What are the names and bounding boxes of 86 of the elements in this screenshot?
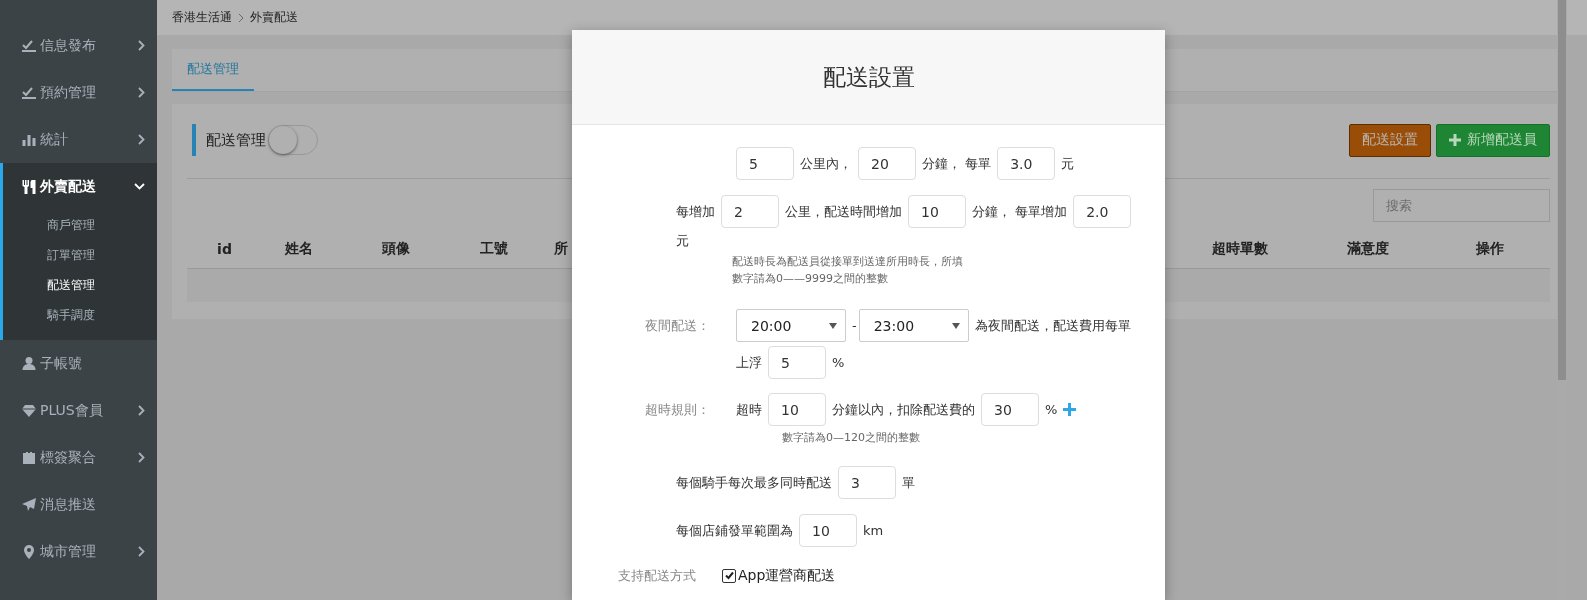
breadcrumb-link[interactable]: 外賣配送 <box>250 9 298 26</box>
chevron-down-icon <box>134 183 145 190</box>
column-header: 滿意度 <box>1345 240 1390 258</box>
field-label: 支持配送方式 <box>617 567 696 585</box>
chevron-right-icon <box>138 134 145 145</box>
field-text: 元 <box>676 232 689 250</box>
dialog-title: 配送設置 <box>822 62 915 92</box>
plus-icon <box>1449 134 1461 146</box>
sidebar-item[interactable]: 外賣配送 <box>3 163 157 210</box>
number-field[interactable]: 2.0 <box>1073 195 1132 228</box>
column-header: 操作 <box>1475 240 1505 258</box>
field-text: 為夜間配送，配送費用每單 <box>974 316 1131 335</box>
hint-text: 數字請為0——9999之間的整數 <box>732 271 889 287</box>
column-header: 姓名 <box>284 240 314 258</box>
chevron-right-icon <box>138 405 145 416</box>
chevron-right-icon <box>138 452 145 463</box>
number-field[interactable]: 10 <box>908 195 966 228</box>
field-text: 每個騎手每次最多同時配送 <box>676 473 832 492</box>
column-header: 超時單數 <box>1211 240 1269 258</box>
sidebar-subitem[interactable]: 商戶管理 <box>3 210 157 240</box>
caret-icon <box>951 322 960 329</box>
field-text: % <box>1045 402 1058 417</box>
hint-text: 數字請為0—120之間的整數 <box>782 430 921 446</box>
title-accent-bar <box>192 124 196 156</box>
send-icon <box>22 498 36 511</box>
number-field[interactable]: 3 <box>838 466 896 499</box>
check-icon <box>22 39 36 52</box>
number-field[interactable]: 5 <box>768 346 826 379</box>
utensils-icon <box>22 179 36 194</box>
search-field[interactable]: 搜索 <box>1373 189 1550 222</box>
column-header: 所 <box>553 240 569 258</box>
field-text: 分鐘以內，扣除配送費的 <box>832 400 975 419</box>
caret-icon <box>829 322 837 329</box>
sidebar-item[interactable]: 預約管理 <box>0 69 157 116</box>
check-icon <box>22 86 36 99</box>
sidebar-item[interactable]: 消息推送 <box>0 481 157 528</box>
sidebar-subitem[interactable]: 訂單管理 <box>3 240 157 270</box>
field-text: 每增加 <box>676 202 715 221</box>
checkbox-option[interactable]: App運營商配送 <box>722 566 836 585</box>
field-text: 每個店鋪發單範圍為 <box>676 521 793 540</box>
diamond-icon <box>22 404 36 417</box>
sidebar-item[interactable]: PLUS會員 <box>0 387 157 434</box>
chevron-right-icon <box>138 40 145 51</box>
sidebar-item[interactable]: 統計 <box>0 116 157 163</box>
number-field[interactable]: 2 <box>721 195 779 228</box>
map-pin-icon <box>22 544 36 559</box>
field-text: 上浮 <box>736 353 762 372</box>
field-text: 超時 <box>736 400 762 419</box>
add-icon[interactable] <box>1063 403 1077 416</box>
user-icon <box>22 357 36 370</box>
hint-text: 配送時長為配送員從接單到送達所用時長，所填 <box>732 254 964 270</box>
field-text: 單 <box>902 473 915 492</box>
field-text: km <box>863 523 884 538</box>
time-dropdown[interactable]: 23:00 <box>858 309 969 342</box>
field-label: 超時規則： <box>644 401 710 419</box>
section-title: 配送管理 <box>206 130 266 150</box>
sidebar-subitem[interactable]: 配送管理 <box>3 270 157 300</box>
bar-chart-icon <box>22 133 36 146</box>
field-text: 公里，配送時間增加 <box>785 202 902 221</box>
column-header: id <box>216 241 233 257</box>
sidebar-item[interactable]: 城市管理 <box>0 528 157 575</box>
field-text: % <box>832 355 845 370</box>
number-field[interactable]: 5 <box>736 147 794 180</box>
number-field[interactable]: 10 <box>799 514 857 547</box>
number-field[interactable]: 3.0 <box>997 147 1056 180</box>
field-text: - <box>852 318 857 333</box>
number-field[interactable]: 10 <box>768 393 826 426</box>
chevron-right-icon <box>238 12 244 23</box>
time-dropdown[interactable]: 20:00 <box>736 309 846 342</box>
sidebar-item[interactable]: 子帳號 <box>0 340 157 387</box>
column-header: 工號 <box>479 240 509 258</box>
field-label: 夜間配送： <box>644 317 710 335</box>
sidebar-item[interactable]: 信息發布 <box>0 22 157 69</box>
number-field[interactable]: 30 <box>981 393 1039 426</box>
sidebar-subitem[interactable]: 騎手調度 <box>3 300 157 330</box>
field-text: 分鐘， 每單 <box>922 154 992 173</box>
chevron-right-icon <box>138 87 145 98</box>
field-text: 公里內， <box>800 154 852 173</box>
breadcrumb-link[interactable]: 香港生活通 <box>172 9 232 26</box>
field-text: 元 <box>1061 154 1075 173</box>
field-text: 分鐘， 每單增加 <box>972 202 1068 221</box>
column-header: 頭像 <box>381 240 411 258</box>
sidebar-item[interactable]: 標簽聚合 <box>0 434 157 481</box>
checkbox[interactable] <box>722 568 736 583</box>
chevron-right-icon <box>138 546 145 557</box>
number-field[interactable]: 20 <box>858 147 916 180</box>
